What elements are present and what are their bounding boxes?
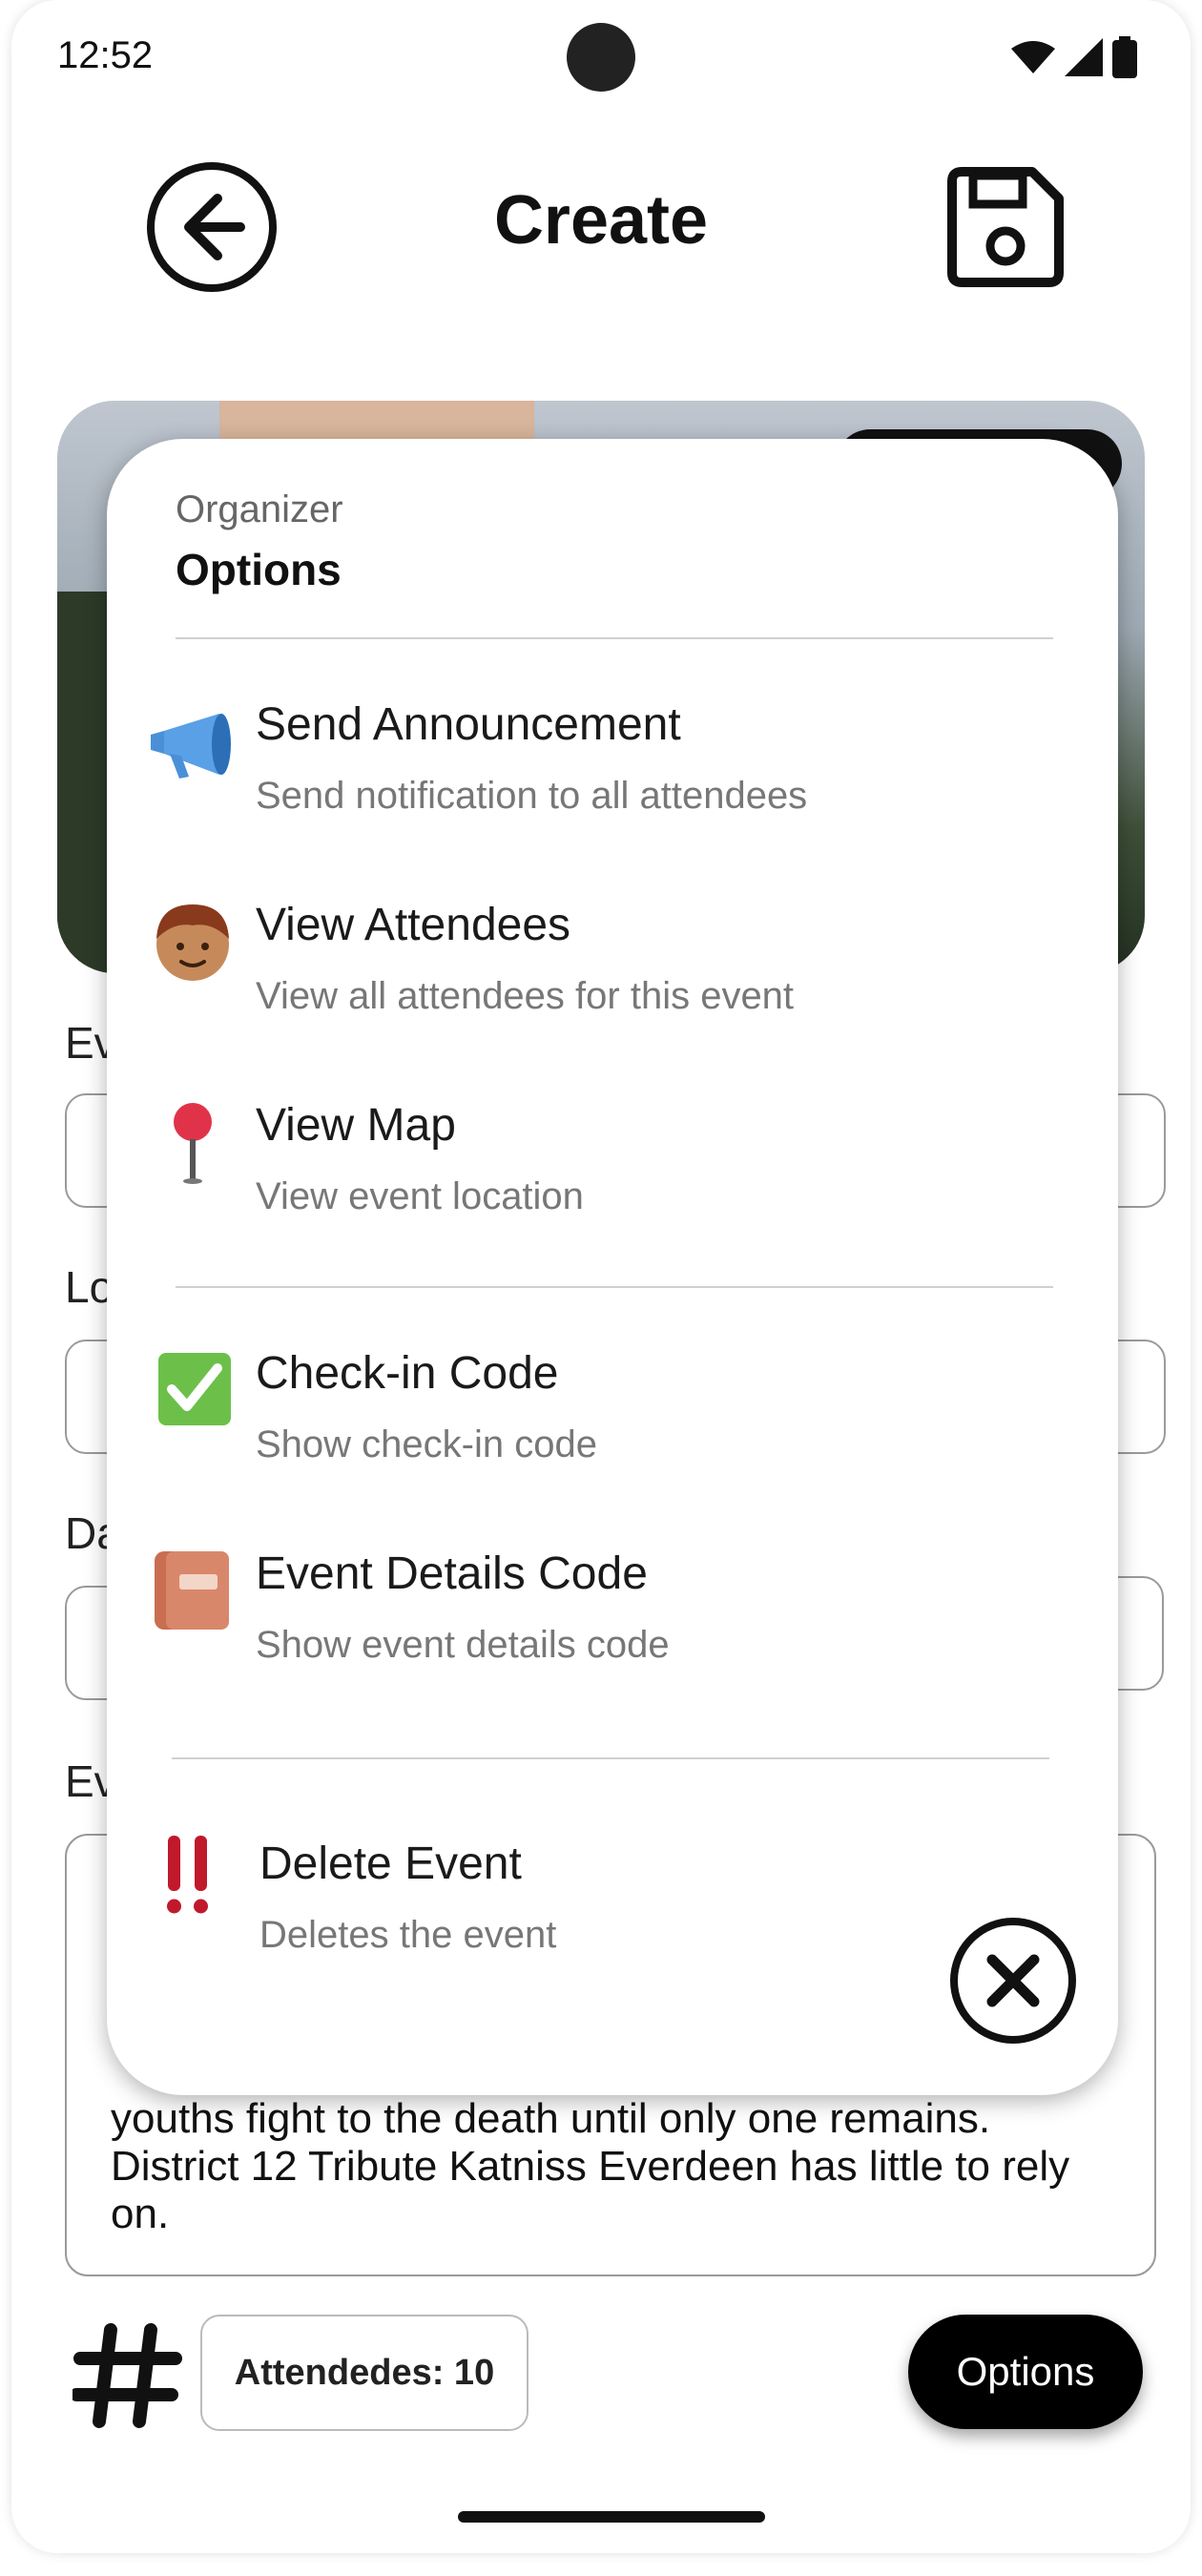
- menu-item-desc: Show event details code: [256, 1624, 670, 1666]
- book-icon: [155, 1551, 229, 1630]
- battery-icon: [1112, 36, 1137, 78]
- signal-icon: [1065, 38, 1103, 76]
- hash-icon: [73, 2323, 182, 2428]
- camera-cutout: [567, 23, 635, 92]
- save-icon[interactable]: [939, 162, 1068, 292]
- menu-item-label: Send Announcement: [256, 699, 681, 750]
- pushpin-icon: [174, 1103, 212, 1184]
- home-indicator[interactable]: [458, 2511, 765, 2523]
- attendees-count-badge: Attendedes: 10: [200, 2315, 528, 2431]
- options-button[interactable]: Options: [908, 2315, 1143, 2429]
- menu-item-label: View Map: [256, 1100, 456, 1151]
- organizer-options-modal: Organizer Options Send Announcement Send…: [107, 439, 1118, 2095]
- divider: [172, 1757, 1049, 1759]
- menu-item-event-details-code[interactable]: Event Details Code Show event details co…: [145, 1538, 1080, 1700]
- menu-item-delete-event[interactable]: Delete Event Deletes the event: [139, 1828, 1074, 1990]
- menu-item-check-in-code[interactable]: Check-in Code Show check-in code: [145, 1338, 1080, 1500]
- menu-item-desc: Send notification to all attendees: [256, 775, 808, 817]
- menu-item-view-attendees[interactable]: View Attendees View all attendees for th…: [145, 889, 1080, 1051]
- menu-item-desc: View all attendees for this event: [256, 975, 795, 1017]
- menu-item-label: Check-in Code: [256, 1348, 559, 1399]
- menu-item-send-announcement[interactable]: Send Announcement Send notification to a…: [145, 689, 1080, 851]
- device-screen: 12:52 Create Ev Lo Da Ev youths fight to…: [11, 0, 1191, 2553]
- description-text: youths fight to the death until only one…: [111, 2095, 1070, 2237]
- wifi-icon: [1011, 41, 1055, 73]
- exclamation-icon: [167, 1836, 208, 1914]
- modal-title: Options: [176, 545, 342, 594]
- modal-subtitle: Organizer: [176, 488, 343, 530]
- close-icon[interactable]: [948, 1916, 1078, 2046]
- menu-item-desc: Deletes the event: [259, 1914, 557, 1956]
- check-icon: [158, 1353, 231, 1425]
- menu-item-view-map[interactable]: View Map View event location: [145, 1090, 1080, 1252]
- divider: [176, 637, 1053, 639]
- menu-item-label: View Attendees: [256, 900, 571, 950]
- divider: [176, 1286, 1053, 1288]
- menu-item-desc: Show check-in code: [256, 1423, 597, 1465]
- menu-item-label: Event Details Code: [256, 1548, 648, 1599]
- megaphone-icon: [151, 714, 231, 779]
- menu-item-desc: View event location: [256, 1175, 584, 1217]
- status-time: 12:52: [57, 34, 154, 76]
- status-icons: [1011, 36, 1137, 78]
- person-icon: [156, 904, 229, 981]
- menu-item-label: Delete Event: [259, 1839, 522, 1889]
